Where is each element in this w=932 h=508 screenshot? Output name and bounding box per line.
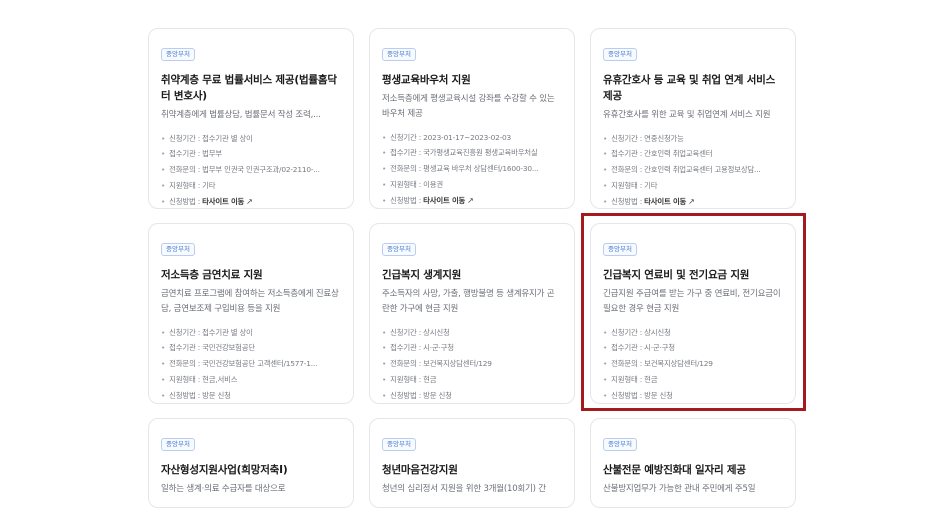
category-badge: 중앙부처 xyxy=(603,438,637,451)
card-meta-item: 신청기간 : 접수기관 별 상이 xyxy=(161,325,341,341)
method-label: 신청방법 : xyxy=(390,195,424,205)
service-card[interactable]: 중앙부처자산형성지원사업(희망저축I) 일하는 생계·의료 수급자를 대상으로 xyxy=(148,418,354,508)
card-meta-item: 신청기간 : 상시신청 xyxy=(382,325,562,341)
card-meta-item: 신청기간 : 상시신청 xyxy=(603,325,783,341)
card-description: 금연치료 프로그램에 참여하는 저소득층에게 진료상담, 금연보조제 구입비용 … xyxy=(161,288,339,314)
category-badge: 중앙부처 xyxy=(161,438,195,451)
category-badge: 중앙부처 xyxy=(603,243,637,256)
card-meta-item: 전화문의 : 간호인력 취업교육센터 고용정보상담... xyxy=(603,162,783,178)
service-card[interactable]: 중앙부처평생교육바우처 지원저소득층에게 평생교육시설 강좌를 수강할 수 있는… xyxy=(369,28,575,209)
card-meta-list: 신청기간 : 상시신청접수기관 : 시·군·구청전화문의 : 보건복지상담센터/… xyxy=(603,325,783,404)
service-card[interactable]: 중앙부처긴급복지 연료비 및 전기요금 지원긴급지원 주급여를 받는 가구 중 … xyxy=(590,223,796,404)
card-title[interactable]: 평생교육바우처 지원 xyxy=(382,72,562,88)
service-card[interactable]: 중앙부처산불전문 예방진화대 일자리 제공산불방지업무가 가능한 관내 주민에게… xyxy=(590,418,796,508)
card-meta-item: 지원형태 : 현금 xyxy=(382,372,562,388)
card-meta-list: 신청기간 : 접수기관 별 상이접수기관 : 법무부전화문의 : 법무부 인권국… xyxy=(161,131,341,209)
card-meta-method: 신청방법 : 방문 신청 xyxy=(382,388,562,403)
card-description: 청년의 심리정서 지원을 위한 3개월(10회기) 간 xyxy=(382,483,546,494)
method-label: 신청방법 : xyxy=(169,390,203,400)
card-meta-item: 접수기관 : 법무부 xyxy=(161,146,341,162)
category-badge: 중앙부처 xyxy=(603,48,637,61)
card-meta-item: 신청기간 : 연중신청가능 xyxy=(603,131,783,147)
card-title[interactable]: 청년마음건강지원 xyxy=(382,462,562,478)
external-link-icon[interactable]: ↗ xyxy=(688,194,695,208)
card-meta-item: 전화문의 : 법무부 인권국 인권구조과/02-2110-... xyxy=(161,162,341,178)
card-meta-item: 지원형태 : 이용권 xyxy=(382,177,562,193)
card-description: 유휴간호사를 위한 교육 및 취업연계 서비스 지원 xyxy=(603,109,771,120)
service-card[interactable]: 중앙부처취약계층 무료 법률서비스 제공(법률홈닥터 변호사) 취약계층에게 법률… xyxy=(148,28,354,209)
card-meta-item: 지원형태 : 현금 xyxy=(603,372,783,388)
card-meta-item: 신청기간 : 접수기관 별 상이 xyxy=(161,131,341,147)
category-badge: 중앙부처 xyxy=(382,243,416,256)
card-title[interactable]: 자산형성지원사업(희망저축I) xyxy=(161,462,341,478)
card-title[interactable]: 저소득층 금연치료 지원 xyxy=(161,267,341,283)
external-site-link[interactable]: 타사이트 이동 xyxy=(644,197,686,206)
card-title[interactable]: 긴급복지 생계지원 xyxy=(382,267,562,283)
card-meta-item: 접수기관 : 시·군·구청 xyxy=(382,340,562,356)
external-link-icon[interactable]: ↗ xyxy=(246,194,253,208)
card-meta-item: 지원형태 : 기타 xyxy=(161,178,341,194)
card-meta-item: 전화문의 : 보건복지상담센터/129 xyxy=(603,356,783,372)
card-meta-list: 신청기간 : 2023-01-17~2023-02-03접수기관 : 국가평생교… xyxy=(382,130,562,209)
card-title[interactable]: 유휴간호사 등 교육 및 취업 연계 서비스 제공 xyxy=(603,72,783,104)
card-description: 산불방지업무가 가능한 관내 주민에게 주5일 xyxy=(603,483,756,494)
method-label: 신청방법 : xyxy=(390,390,424,400)
card-meta-list: 신청기간 : 상시신청접수기관 : 시·군·구청전화문의 : 보건복지상담센터/… xyxy=(382,325,562,404)
method-label: 신청방법 : xyxy=(169,196,203,206)
service-card[interactable]: 중앙부처저소득층 금연치료 지원금연치료 프로그램에 참여하는 저소득층에게 진… xyxy=(148,223,354,404)
card-title[interactable]: 산불전문 예방진화대 일자리 제공 xyxy=(603,462,783,478)
card-meta-item: 전화문의 : 보건복지상담센터/129 xyxy=(382,356,562,372)
external-link-icon[interactable]: ↗ xyxy=(467,193,474,208)
card-meta-item: 접수기관 : 시·군·구청 xyxy=(603,340,783,356)
card-meta-method: 신청방법 : 타사이트 이동↗ xyxy=(603,194,783,208)
method-value: 방문 신청 xyxy=(202,390,231,400)
card-title[interactable]: 취약계층 무료 법률서비스 제공(법률홈닥터 변호사) xyxy=(161,72,341,104)
service-card[interactable]: 중앙부처청년마음건강지원청년의 심리정서 지원을 위한 3개월(10회기) 간 xyxy=(369,418,575,508)
category-badge: 중앙부처 xyxy=(382,438,416,451)
external-site-link[interactable]: 타사이트 이동 xyxy=(202,197,244,206)
method-label: 신청방법 : xyxy=(611,196,645,206)
card-meta-item: 신청기간 : 2023-01-17~2023-02-03 xyxy=(382,130,562,146)
category-badge: 중앙부처 xyxy=(382,48,416,61)
card-meta-method: 신청방법 : 방문 신청 xyxy=(603,388,783,403)
card-meta-list: 신청기간 : 접수기관 별 상이접수기관 : 국민건강보험공단전화문의 : 국민… xyxy=(161,325,341,404)
card-meta-item: 지원형태 : 현금,서비스 xyxy=(161,372,341,388)
card-meta-item: 접수기관 : 국가평생교육진흥원 평생교육바우처실 xyxy=(382,145,562,161)
card-meta-method: 신청방법 : 방문 신청 xyxy=(161,388,341,403)
card-meta-item: 전화문의 : 국민건강보험공단 고객센터/1577-1... xyxy=(161,356,341,372)
card-description: 저소득층에게 평생교육시설 강좌를 수강할 수 있는 바우처 제공 xyxy=(382,93,555,119)
method-value: 방문 신청 xyxy=(423,390,452,400)
category-badge: 중앙부처 xyxy=(161,243,195,256)
card-meta-method: 신청방법 : 타사이트 이동↗ xyxy=(161,194,341,208)
card-title[interactable]: 긴급복지 연료비 및 전기요금 지원 xyxy=(603,267,783,283)
card-meta-list: 신청기간 : 연중신청가능접수기관 : 간호인력 취업교육센터전화문의 : 간호… xyxy=(603,131,783,209)
card-description: 긴급지원 주급여를 받는 가구 중 연료비, 전기요금이 필요한 경우 현금 지… xyxy=(603,288,781,314)
service-card[interactable]: 중앙부처유휴간호사 등 교육 및 취업 연계 서비스 제공유휴간호사를 위한 교… xyxy=(590,28,796,209)
method-value: 방문 신청 xyxy=(644,390,673,400)
external-site-link[interactable]: 타사이트 이동 xyxy=(423,196,465,205)
card-meta-item: 접수기관 : 국민건강보험공단 xyxy=(161,340,341,356)
card-meta-method: 신청방법 : 타사이트 이동↗ xyxy=(382,193,562,208)
card-description: 취약계층에게 법률상담, 법률문서 작성 조력,... xyxy=(161,109,321,120)
method-label: 신청방법 : xyxy=(611,390,645,400)
service-card[interactable]: 중앙부처긴급복지 생계지원주소득자의 사망, 가출, 행방불명 등 생계유지가 … xyxy=(369,223,575,404)
card-description: 일하는 생계·의료 수급자를 대상으로 xyxy=(161,483,286,494)
card-description: 주소득자의 사망, 가출, 행방불명 등 생계유지가 곤란한 가구에 현금 지원 xyxy=(382,288,555,314)
card-meta-item: 전화문의 : 평생교육 바우처 상담센터/1600-30... xyxy=(382,161,562,177)
category-badge: 중앙부처 xyxy=(161,48,195,61)
card-meta-item: 지원형태 : 기타 xyxy=(603,178,783,194)
card-meta-item: 접수기관 : 간호인력 취업교육센터 xyxy=(603,146,783,162)
